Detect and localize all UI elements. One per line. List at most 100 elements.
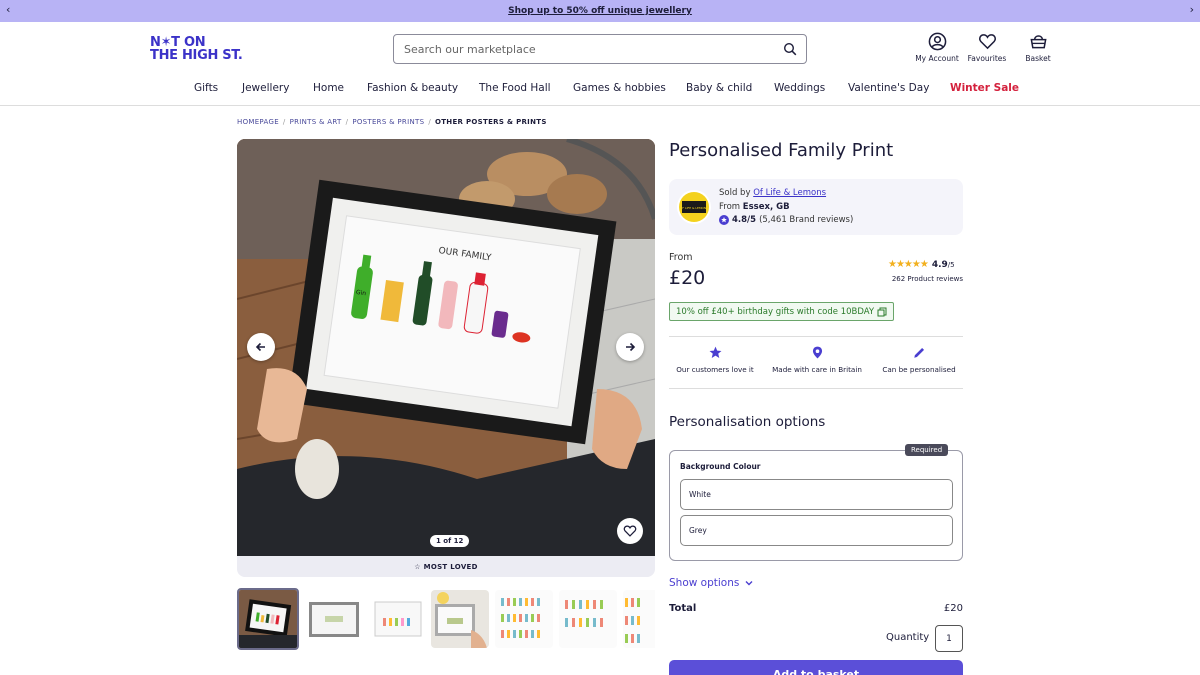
promo-code-banner[interactable]: 10% off £40+ birthday gifts with code 10… xyxy=(669,302,895,321)
total-value: £20 xyxy=(943,603,963,614)
nav-food-hall[interactable]: The Food Hall xyxy=(479,82,551,94)
thumbnail-7[interactable] xyxy=(623,590,655,648)
search-bar xyxy=(393,34,807,64)
breadcrumb-posters-prints[interactable]: POSTERS & PRINTS xyxy=(352,118,424,126)
nav-baby-child[interactable]: Baby & child xyxy=(686,82,752,94)
thumbnail-4[interactable] xyxy=(431,590,489,648)
thumbnail-6[interactable] xyxy=(559,590,617,648)
promo-code-text: 10% off £40+ birthday gifts with code 10… xyxy=(676,306,875,317)
account-icon xyxy=(928,32,946,51)
heart-icon xyxy=(978,34,996,50)
rating-out-of: /5 xyxy=(947,260,955,269)
search-icon[interactable] xyxy=(783,42,797,56)
account-label: My Account xyxy=(915,54,959,63)
nav-gifts[interactable]: Gifts xyxy=(194,82,218,94)
quantity-label: Quantity xyxy=(886,632,930,643)
seller-location-value: Essex, GB xyxy=(742,202,790,212)
main-nav: Gifts Jewellery Home Fashion & beauty Th… xyxy=(0,74,1200,106)
arrow-right-icon xyxy=(626,342,636,352)
breadcrumb-separator: / xyxy=(282,118,286,126)
copy-icon[interactable] xyxy=(877,307,887,317)
promo-bar: ‹ Shop up to 50% off unique jewellery › xyxy=(0,0,1200,22)
nav-valentines-day[interactable]: Valentine's Day xyxy=(848,82,929,94)
colour-option-grey[interactable]: Grey xyxy=(680,515,953,546)
product-rating[interactable]: ★★★★★ 4.9/5 xyxy=(888,259,955,270)
thumbnail-5[interactable] xyxy=(495,590,553,648)
bottle-label: Gin xyxy=(356,289,367,297)
site-header: N✶T ON THE HIGH ST. My Account Favourite… xyxy=(0,22,1200,74)
basket-icon xyxy=(1029,35,1047,49)
required-badge: Required xyxy=(905,444,949,456)
usp-customers-love: Our customers love it xyxy=(665,346,765,374)
usp-label: Our customers love it xyxy=(676,365,754,374)
chevron-down-icon xyxy=(745,581,753,586)
nav-weddings[interactable]: Weddings xyxy=(774,82,825,94)
thumbnail-strip xyxy=(237,588,655,650)
sold-by-label: Sold by xyxy=(719,188,751,198)
seller-rating-value: 4.8/5 xyxy=(732,215,757,225)
favourite-button[interactable] xyxy=(617,518,643,544)
breadcrumb-prints-art[interactable]: PRINTS & ART xyxy=(290,118,342,126)
rating-stars-icon: ★★★★★ xyxy=(888,259,929,270)
basket-label: Basket xyxy=(1025,54,1051,63)
thumbnail-3[interactable] xyxy=(369,590,427,648)
seller-name-link[interactable]: Of Life & Lemons xyxy=(753,188,826,198)
nav-fashion-beauty[interactable]: Fashion & beauty xyxy=(367,82,458,94)
nav-winter-sale[interactable]: Winter Sale xyxy=(950,82,1019,94)
image-counter: 1 of 12 xyxy=(430,535,470,547)
colour-option-white[interactable]: White xyxy=(680,479,953,510)
breadcrumb-separator: / xyxy=(345,118,349,126)
most-loved-badge: ☆ MOST LOVED xyxy=(237,556,655,577)
promo-link[interactable]: Shop up to 50% off unique jewellery xyxy=(508,6,692,16)
seller-location: From Essex, GB xyxy=(719,202,790,212)
promo-next-arrow-icon[interactable]: › xyxy=(1190,3,1194,16)
seller-logo[interactable]: OF LIFE & LEMONS xyxy=(677,190,711,224)
rating-value: 4.9 xyxy=(931,259,948,270)
seller-card: OF LIFE & LEMONS Sold by Of Life & Lemon… xyxy=(669,179,963,235)
divider xyxy=(669,336,963,337)
usp-label: Made with care in Britain xyxy=(772,365,862,374)
site-logo[interactable]: N✶T ON THE HIGH ST. xyxy=(150,36,250,62)
nav-jewellery[interactable]: Jewellery xyxy=(242,82,289,94)
breadcrumb-separator: / xyxy=(428,118,431,126)
basket-link[interactable]: Basket xyxy=(1008,32,1068,63)
show-options-label: Show options xyxy=(669,577,740,589)
product-main-image: OUR FAMILY Gin xyxy=(237,139,655,556)
divider xyxy=(669,388,963,389)
seller-from-label: From xyxy=(719,202,741,212)
arrow-left-icon xyxy=(255,342,265,352)
product-price: £20 xyxy=(669,267,706,289)
heart-icon xyxy=(623,525,637,537)
promo-prev-arrow-icon[interactable]: ‹ xyxy=(6,3,10,16)
breadcrumb-homepage[interactable]: HOMEPAGE xyxy=(237,118,279,126)
gallery-prev-button[interactable] xyxy=(247,333,275,361)
background-colour-label: Background Colour xyxy=(680,462,761,471)
quantity-input[interactable]: 1 xyxy=(935,625,963,652)
search-input[interactable] xyxy=(404,42,764,56)
thumbnail-1[interactable] xyxy=(237,588,299,650)
price-from-label: From xyxy=(669,252,693,263)
logo-line-2: THE HIGH ST. xyxy=(150,48,243,63)
product-gallery: OUR FAMILY Gin 1 of 12 xyxy=(237,139,655,556)
seller-rating[interactable]: 4.8/5 (5,461 Brand reviews) xyxy=(719,215,853,225)
location-pin-icon xyxy=(812,346,822,359)
personalisation-title: Personalisation options xyxy=(669,414,826,430)
usp-personalised: Can be personalised xyxy=(869,346,969,374)
nav-home[interactable]: Home xyxy=(313,82,344,94)
breadcrumb: HOMEPAGE / PRINTS & ART / POSTERS & PRIN… xyxy=(237,118,547,126)
usp-label: Can be personalised xyxy=(882,365,956,374)
star-icon xyxy=(709,346,721,358)
add-to-basket-button[interactable]: Add to basket xyxy=(669,660,963,675)
seller-sold-by: Sold by Of Life & Lemons xyxy=(719,188,826,198)
product-review-count[interactable]: 262 Product reviews xyxy=(888,275,963,283)
personalisation-box: Background Colour White Grey xyxy=(669,450,963,561)
nav-games-hobbies[interactable]: Games & hobbies xyxy=(573,82,666,94)
pencil-icon xyxy=(913,347,924,358)
gallery-next-button[interactable] xyxy=(616,333,644,361)
seller-reviews: (5,461 Brand reviews) xyxy=(759,215,854,225)
show-options-button[interactable]: Show options xyxy=(669,577,754,589)
breadcrumb-current: OTHER POSTERS & PRINTS xyxy=(434,118,547,126)
thumbnail-2[interactable] xyxy=(305,590,363,648)
seller-logo-text: OF LIFE & LEMONS xyxy=(680,206,708,210)
star-badge-icon xyxy=(719,215,729,225)
